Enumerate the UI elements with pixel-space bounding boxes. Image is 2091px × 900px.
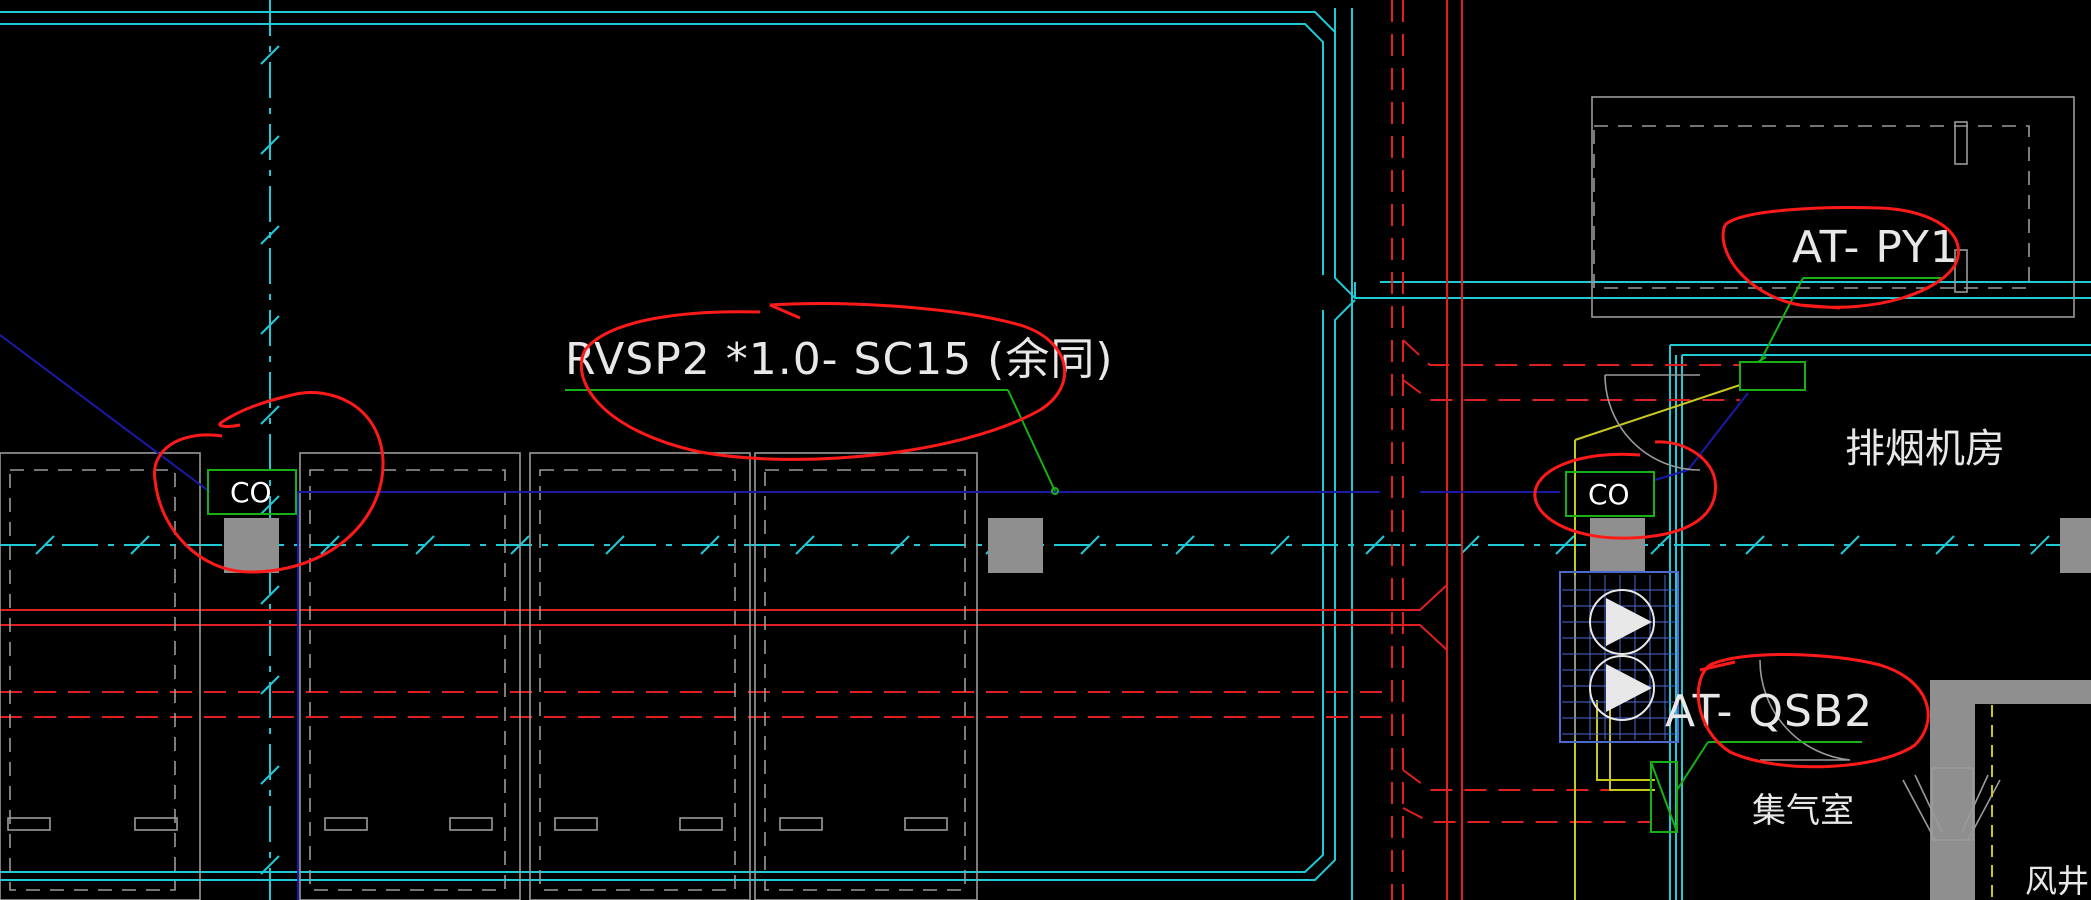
cad-drawing-canvas[interactable]: CO CO RVSP2 *1.0- SC15 (余同) AT- PY1 AT- … <box>0 0 2091 900</box>
cable-spec-label: RVSP2 *1.0- SC15 (余同) <box>565 334 1114 385</box>
co-sensor-left-label: CO <box>230 476 272 509</box>
panel-qsb2-label: AT- QSB2 <box>1665 686 1873 737</box>
room-label-gas-collection: 集气室 <box>1752 791 1854 831</box>
co-sensor-right-label: CO <box>1588 478 1630 511</box>
panel-py1-label: AT- PY1 <box>1792 222 1959 273</box>
room-label-smoke-exhaust: 排烟机房 <box>1845 426 2005 472</box>
room-label-air-shaft: 风井 <box>2025 862 2089 900</box>
